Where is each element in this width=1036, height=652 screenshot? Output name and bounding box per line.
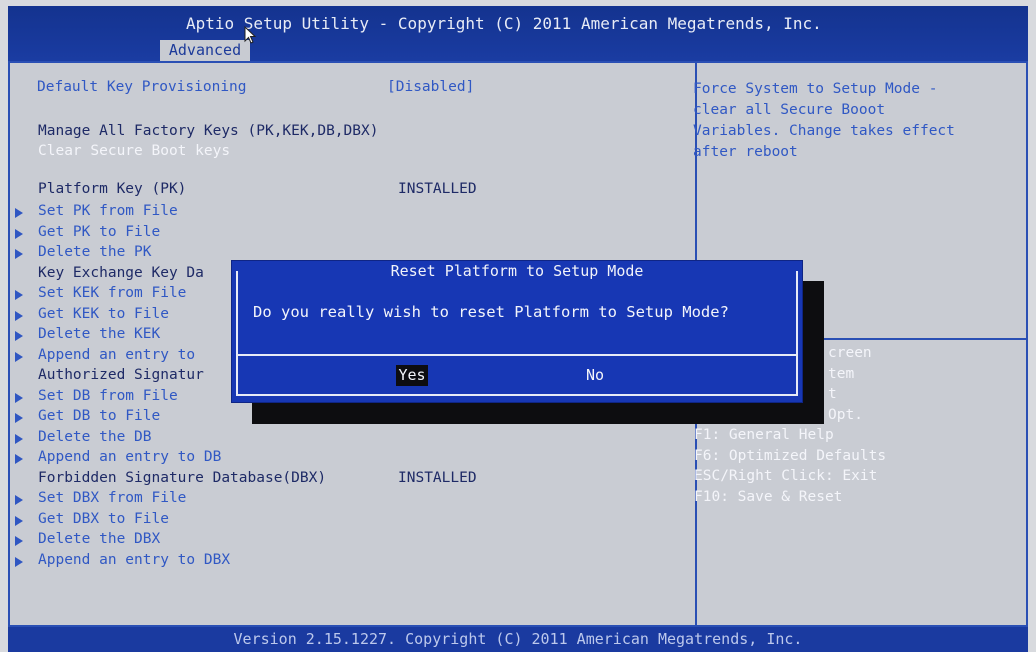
delete-kek[interactable]: Delete the KEK [38,326,160,342]
set-kek-from-file[interactable]: Set KEK from File [38,285,186,301]
help-line: after reboot [693,144,798,160]
dialog-message: Do you really wish to reset Platform to … [253,303,729,321]
app-title: Aptio Setup Utility - Copyright (C) 2011… [186,14,822,33]
get-db-to-file[interactable]: Get DB to File [38,408,160,424]
submenu-arrow-icon [15,311,23,321]
submenu-arrow-icon [15,454,23,464]
platform-key-status: INSTALLED [398,181,477,197]
default-key-provisioning-label[interactable]: Default Key Provisioning [37,79,247,95]
submenu-arrow-icon [15,516,23,526]
db-label: Authorized Signatur [38,367,204,383]
help-line: Force System to Setup Mode - [693,81,938,97]
set-db-from-file[interactable]: Set DB from File [38,388,178,404]
manage-factory-keys-label: Manage All Factory Keys (PK,KEK,DB,DBX) [38,123,379,139]
append-kek-entry[interactable]: Append an entry to [38,347,195,363]
title-bar: Aptio Setup Utility - Copyright (C) 2011… [8,6,1028,61]
key-hint: Opt. [828,407,863,423]
dbx-label: Forbidden Signature Database(DBX) [38,470,327,486]
dialog-title: Reset Platform to Setup Mode [232,262,802,280]
submenu-arrow-icon [15,352,23,362]
key-hint-esc: ESC/Right Click: Exit [694,468,878,484]
set-dbx-from-file[interactable]: Set DBX from File [38,490,186,506]
submenu-arrow-icon [15,331,23,341]
append-dbx-entry[interactable]: Append an entry to DBX [38,552,230,568]
tab-advanced[interactable]: Advanced [160,40,250,61]
submenu-arrow-icon [15,249,23,259]
get-kek-to-file[interactable]: Get KEK to File [38,306,169,322]
submenu-arrow-icon [15,495,23,505]
submenu-arrow-icon [15,208,23,218]
dialog-title-text: Reset Platform to Setup Mode [384,262,650,280]
reset-platform-dialog: Reset Platform to Setup Mode Do you real… [231,260,803,403]
submenu-arrow-icon [15,393,23,403]
no-button[interactable]: No [579,365,611,386]
submenu-arrow-icon [15,290,23,300]
clear-secure-boot-keys[interactable]: Clear Secure Boot keys [38,143,230,159]
key-hint-f1: F1: General Help [694,427,834,443]
delete-pk[interactable]: Delete the PK [38,244,152,260]
default-key-provisioning-value[interactable]: [Disabled] [387,79,474,95]
set-pk-from-file[interactable]: Set PK from File [38,203,178,219]
get-pk-to-file[interactable]: Get PK to File [38,224,160,240]
delete-dbx[interactable]: Delete the DBX [38,531,160,547]
platform-key-label: Platform Key (PK) [38,181,187,197]
key-hint-f10: F10: Save & Reset [694,489,843,505]
dbx-status: INSTALLED [398,470,477,486]
dialog-border [236,271,798,396]
key-hint: creen [828,345,872,361]
key-hint-f6: F6: Optimized Defaults [694,448,887,464]
append-db-entry[interactable]: Append an entry to DB [38,449,221,465]
key-hint: tem [828,366,855,382]
footer-bar: Version 2.15.1227. Copyright (C) 2011 Am… [8,627,1028,652]
delete-db[interactable]: Delete the DB [38,429,152,445]
submenu-arrow-icon [15,536,23,546]
mouse-cursor-icon [244,26,257,44]
dialog-separator [236,354,798,356]
yes-button[interactable]: Yes [396,365,428,386]
get-dbx-to-file[interactable]: Get DBX to File [38,511,169,527]
submenu-arrow-icon [15,434,23,444]
submenu-arrow-icon [15,413,23,423]
key-hint: t [828,386,837,402]
submenu-arrow-icon [15,229,23,239]
help-line: Variables. Change takes effect [693,123,955,139]
kek-label: Key Exchange Key Da [38,265,204,281]
submenu-arrow-icon [15,557,23,567]
help-line: clear all Secure Booot [693,102,886,118]
help-text: Force System to Setup Mode - clear all S… [693,79,1018,163]
